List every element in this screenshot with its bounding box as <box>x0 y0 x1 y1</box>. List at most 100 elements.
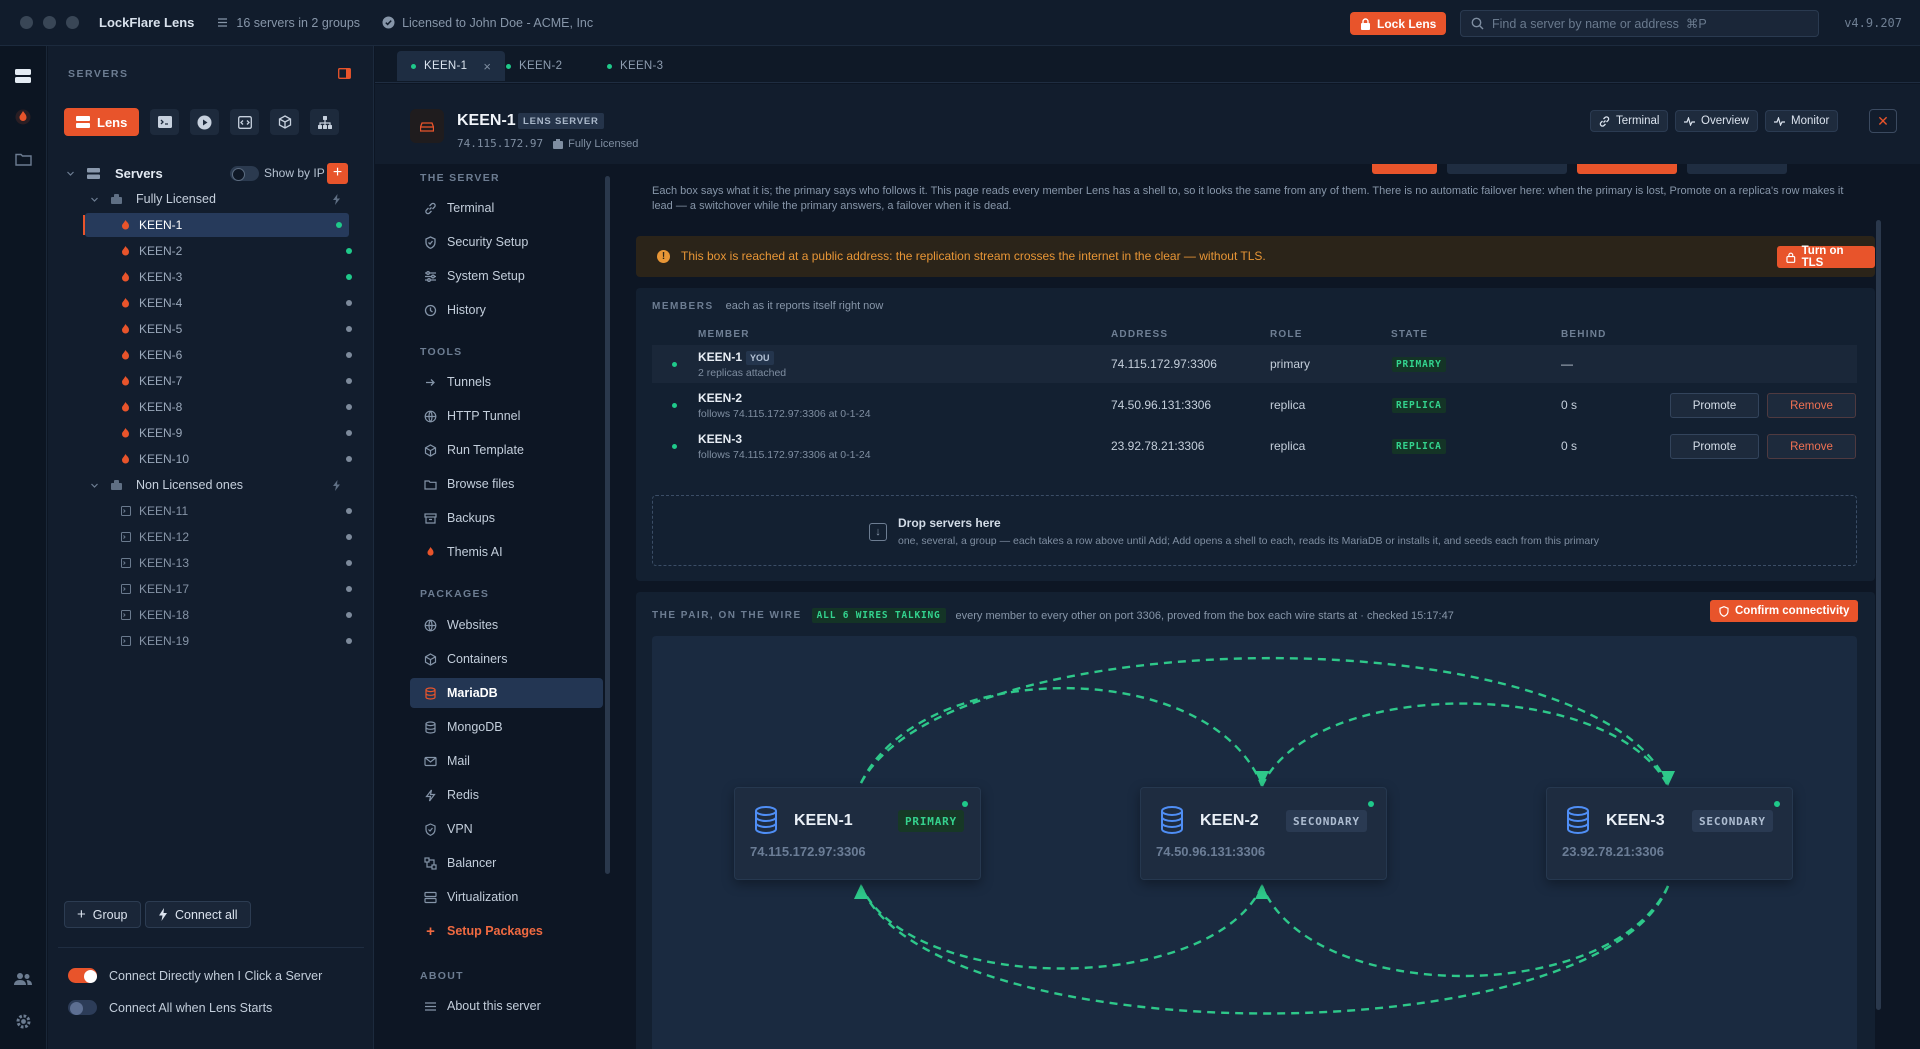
sidebar-item-keen-8[interactable]: KEEN-8 <box>48 395 374 419</box>
sidebar-item-keen-7[interactable]: KEEN-7 <box>48 369 374 393</box>
settings-gear-icon[interactable] <box>13 1011 33 1031</box>
turn-on-tls-button[interactable]: Turn on TLS <box>1777 245 1875 269</box>
drop-zone[interactable]: ↓ Drop servers here one, several, a grou… <box>652 495 1857 566</box>
sidebar-item-keen-3[interactable]: KEEN-3 <box>48 265 374 289</box>
remove-button[interactable]: Remove <box>1767 434 1856 459</box>
nav-history[interactable]: History <box>410 295 603 325</box>
nav-balancer[interactable]: Balancer <box>410 848 603 878</box>
sidebar-item-keen-1[interactable]: KEEN-1 <box>83 213 349 237</box>
folder-icon[interactable] <box>13 149 33 169</box>
sidebar-item-keen-4[interactable]: KEEN-4 <box>48 291 374 315</box>
promote-button[interactable]: Promote <box>1670 393 1759 418</box>
nav-mongodb[interactable]: MongoDB <box>410 712 603 742</box>
topology-icon <box>317 115 332 129</box>
server-name: KEEN-19 <box>139 634 190 648</box>
nav-setup-packages[interactable]: + Setup Packages <box>410 916 603 946</box>
terminal-button[interactable]: Terminal <box>1590 110 1669 132</box>
nav-system-setup[interactable]: System Setup <box>410 261 603 291</box>
nav-themis-ai[interactable]: Themis AI <box>410 537 603 567</box>
nav-redis[interactable]: Redis <box>410 780 603 810</box>
nav-tunnels[interactable]: Tunnels <box>410 367 603 397</box>
confirm-connectivity-button[interactable]: Confirm connectivity <box>1710 600 1859 622</box>
nav-mail[interactable]: Mail <box>410 746 603 776</box>
search-input[interactable] <box>1492 16 1812 31</box>
sidebar-item-keen-6[interactable]: KEEN-6 <box>48 343 374 367</box>
bolt-icon[interactable] <box>332 193 341 205</box>
database-icon <box>755 806 777 834</box>
monitor-button[interactable]: Monitor <box>1765 110 1839 132</box>
servers-root[interactable]: Servers Show by IP + <box>48 161 374 185</box>
nav-http-tunnel[interactable]: HTTP Tunnel <box>410 401 603 431</box>
server-group[interactable]: Fully Licensed <box>48 187 374 211</box>
maximize-window-button[interactable] <box>66 16 79 29</box>
remove-button[interactable]: Remove <box>1767 393 1856 418</box>
server-search[interactable] <box>1460 10 1819 37</box>
nav-scrollbar[interactable] <box>605 176 610 874</box>
tab-keen-2[interactable]: KEEN-2 <box>492 51 576 81</box>
sidebar-item-keen-10[interactable]: KEEN-10 <box>48 447 374 471</box>
connect-all-on-start-toggle[interactable] <box>68 1000 97 1015</box>
overview-button[interactable]: Overview <box>1675 110 1758 132</box>
code-tool-button[interactable] <box>230 109 260 135</box>
package-tool-button[interactable] <box>270 109 300 135</box>
sidebar-item-keen-18[interactable]: KEEN-18 <box>48 603 374 627</box>
nav-vpn[interactable]: VPN <box>410 814 603 844</box>
show-by-ip-toggle[interactable] <box>230 165 259 181</box>
globe-icon <box>424 410 437 423</box>
chevron-down-icon[interactable] <box>66 169 75 178</box>
warning-text: This box is reached at a public address:… <box>681 249 1266 263</box>
collapse-sidebar-icon[interactable] <box>338 68 351 79</box>
sidebar-item-keen-9[interactable]: KEEN-9 <box>48 421 374 445</box>
add-server-button[interactable]: + <box>327 162 348 184</box>
nav-security-setup[interactable]: Security Setup <box>410 227 603 257</box>
node-keen-3[interactable]: KEEN-3 SECONDARY 23.92.78.21:3306 <box>1546 787 1793 880</box>
close-server-button[interactable]: ✕ <box>1869 109 1897 133</box>
promote-button[interactable]: Promote <box>1670 434 1759 459</box>
nav-websites[interactable]: Websites <box>410 610 603 640</box>
connect-directly-toggle[interactable] <box>68 968 97 983</box>
flame-icon <box>122 401 129 411</box>
node-keen-2[interactable]: KEEN-2 SECONDARY 74.50.96.131:3306 <box>1140 787 1387 880</box>
nav-terminal[interactable]: Terminal <box>410 193 603 223</box>
sidebar-item-keen-5[interactable]: KEEN-5 <box>48 317 374 341</box>
nav-browse-files[interactable]: Browse files <box>410 469 603 499</box>
users-icon[interactable] <box>13 969 33 989</box>
sidebar-item-keen-2[interactable]: KEEN-2 <box>48 239 374 263</box>
flame-icon[interactable] <box>13 107 33 127</box>
sidebar-item-keen-12[interactable]: KEEN-12 <box>48 525 374 549</box>
sidebar-item-keen-13[interactable]: KEEN-13 <box>48 551 374 575</box>
topology-tool-button[interactable] <box>310 109 340 135</box>
chevron-down-icon[interactable] <box>90 195 99 204</box>
nav-containers[interactable]: Containers <box>410 644 603 674</box>
node-name: KEEN-3 <box>1606 812 1665 829</box>
bolt-icon[interactable] <box>332 479 341 491</box>
member-role: replica <box>1270 398 1306 412</box>
state-badge: REPLICA <box>1392 439 1446 454</box>
nav-virtualization[interactable]: Virtualization <box>410 882 603 912</box>
nav-run-template[interactable]: Run Template <box>410 435 603 465</box>
add-group-button[interactable]: + Group <box>64 901 141 928</box>
main-scrollbar[interactable] <box>1876 220 1881 1010</box>
node-keen-1[interactable]: KEEN-1 PRIMARY 74.115.172.97:3306 <box>734 787 981 880</box>
sidebar-item-keen-19[interactable]: KEEN-19 <box>48 629 374 653</box>
servers-icon[interactable] <box>13 66 33 86</box>
chevron-down-icon[interactable] <box>90 481 99 490</box>
tab-keen-1[interactable]: KEEN-1 × <box>397 51 506 81</box>
nav-about-server[interactable]: About this server <box>410 991 603 1021</box>
close-window-button[interactable] <box>20 16 33 29</box>
member-detail: 2 replicas attached <box>698 367 787 379</box>
status-dot <box>346 586 352 592</box>
lock-lens-button[interactable]: Lock Lens <box>1350 12 1447 35</box>
connect-all-button[interactable]: Connect all <box>145 901 251 928</box>
nav-mariadb[interactable]: MariaDB <box>410 678 603 708</box>
tab-keen-3[interactable]: KEEN-3 <box>593 51 677 81</box>
nav-backups[interactable]: Backups <box>410 503 603 533</box>
terminal-tool-button[interactable] <box>150 109 180 135</box>
server-group[interactable]: Non Licensed ones <box>48 473 374 497</box>
sidebar-item-keen-17[interactable]: KEEN-17 <box>48 577 374 601</box>
play-tool-button[interactable] <box>190 109 220 135</box>
sidebar-item-keen-11[interactable]: KEEN-11 <box>48 499 374 523</box>
lens-button[interactable]: Lens <box>64 108 140 136</box>
minimize-window-button[interactable] <box>43 16 56 29</box>
close-tab-icon[interactable]: × <box>483 59 491 74</box>
